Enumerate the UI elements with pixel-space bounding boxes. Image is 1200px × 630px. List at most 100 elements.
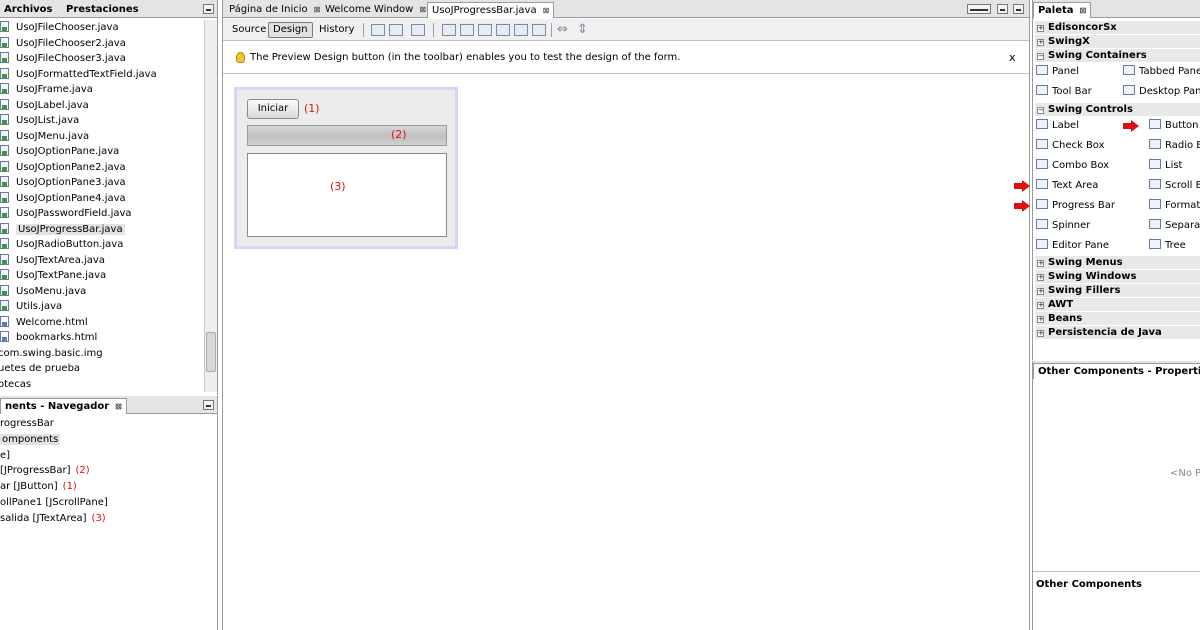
close-icon[interactable]: ⊠ <box>1080 6 1087 15</box>
palette-item[interactable]: Label <box>1036 118 1079 134</box>
align-left-icon[interactable] <box>442 24 456 36</box>
minimize-icon[interactable] <box>1013 4 1024 14</box>
palette-item[interactable]: Progress Bar <box>1036 198 1115 214</box>
palette-item[interactable]: List <box>1149 158 1182 174</box>
navigator-item[interactable]: rogressBar <box>0 416 54 431</box>
align-top-icon[interactable] <box>496 24 510 36</box>
navigator-item[interactable]: ollPane1 [JScrollPane] <box>0 495 108 510</box>
tree-item[interactable]: uetes de prueba <box>0 361 80 376</box>
tree-item[interactable]: UsoJTextPane.java <box>0 268 106 283</box>
palette-item[interactable]: Text Area <box>1036 178 1098 194</box>
tab-pagina-de-inicio[interactable]: Página de Inicio ⊠ <box>225 2 324 18</box>
category-swing-controls[interactable]: − Swing Controls <box>1035 103 1200 116</box>
resize-vertical-icon[interactable]: ⇕ <box>577 22 588 37</box>
palette-item[interactable]: Combo Box <box>1036 158 1109 174</box>
tree-item[interactable]: Utils.java <box>0 299 62 314</box>
tree-item[interactable]: UsoJOptionPane4.java <box>0 191 126 206</box>
palette-item[interactable]: Editor Pane <box>1036 238 1109 254</box>
category-swing-containers[interactable]: − Swing Containers <box>1035 49 1200 62</box>
align-right-icon[interactable] <box>478 24 492 36</box>
text-area[interactable] <box>247 153 447 237</box>
palette-item-tabbed-pane[interactable]: Tabbed Pane <box>1123 64 1200 80</box>
scroll-tabs-icon[interactable] <box>967 4 991 14</box>
preview-design-icon[interactable] <box>411 24 425 36</box>
tab-navigator[interactable]: nents - Navegador ⊠ <box>0 398 127 414</box>
palette-item[interactable]: Radio Bu <box>1149 138 1200 154</box>
tree-item[interactable]: UsoJFileChooser3.java <box>0 51 126 66</box>
palette-item-tool-bar[interactable]: Tool Bar <box>1036 84 1092 100</box>
tree-item[interactable]: Welcome.html <box>0 315 88 330</box>
tree-item[interactable]: UsoJFileChooser.java <box>0 20 119 35</box>
align-center-icon[interactable] <box>460 24 474 36</box>
tree-scrollbar[interactable] <box>204 20 217 392</box>
close-icon[interactable]: ⊠ <box>314 5 321 14</box>
minimize-icon[interactable] <box>203 400 214 410</box>
tree-item[interactable]: UsoJOptionPane.java <box>0 144 119 159</box>
close-icon[interactable]: ⊠ <box>543 6 550 15</box>
tab-welcome-window[interactable]: Welcome Window ⊠ <box>321 2 430 18</box>
category-awt[interactable]: + AWT <box>1035 298 1200 311</box>
resize-horizontal-icon[interactable]: ⇔ <box>557 22 568 37</box>
category-persistencia-de-java[interactable]: + Persistencia de Java <box>1035 326 1200 339</box>
tree-item[interactable]: UsoJOptionPane2.java <box>0 160 126 175</box>
tree-item[interactable]: bookmarks.html <box>0 330 97 345</box>
iniciar-button[interactable]: Iniciar <box>247 99 299 119</box>
palette-item[interactable]: Scroll Ba <box>1149 178 1200 194</box>
category-edisoncorsx[interactable]: + EdisoncorSx <box>1035 21 1200 34</box>
tree-item[interactable]: UsoJList.java <box>0 113 79 128</box>
close-icon[interactable]: ⊠ <box>419 5 426 14</box>
tab-usojprogressbar[interactable]: UsoJProgressBar.java ⊠ <box>427 2 555 18</box>
source-button[interactable]: Source <box>227 22 271 38</box>
tree-item[interactable]: UsoJMenu.java <box>0 129 89 144</box>
category-beans[interactable]: + Beans <box>1035 312 1200 325</box>
category-swingx[interactable]: + SwingX <box>1035 35 1200 48</box>
palette-item[interactable]: Tree <box>1149 238 1186 254</box>
tree-item[interactable]: com.swing.basic.img <box>0 346 103 361</box>
history-button[interactable]: History <box>314 22 360 38</box>
tree-item[interactable]: UsoJFormattedTextField.java <box>0 67 157 82</box>
connection-mode-icon[interactable] <box>389 24 403 36</box>
navigator-item[interactable]: [JProgressBar] (2) <box>0 463 90 478</box>
navigator-item[interactable]: omponents <box>0 432 61 447</box>
palette-item-desktop-pane[interactable]: Desktop Pane <box>1123 84 1200 100</box>
design-canvas[interactable]: Iniciar (1) (2) (3) <box>223 75 1029 630</box>
jframe-form[interactable]: Iniciar (1) (2) (3) <box>234 87 458 249</box>
tree-item[interactable]: UsoJRadioButton.java <box>0 237 123 252</box>
navigator-item[interactable]: ar [JButton] (1) <box>0 479 77 494</box>
navigator-item[interactable]: e] <box>0 448 10 463</box>
java-file-icon <box>0 129 9 141</box>
tree-item[interactable]: UsoJFrame.java <box>0 82 93 97</box>
palette-item[interactable]: Spinner <box>1036 218 1090 234</box>
tree-item[interactable]: UsoJProgressBar.java <box>0 222 125 237</box>
design-button[interactable]: Design <box>268 22 313 38</box>
palette-item-panel[interactable]: Panel <box>1036 64 1079 80</box>
category-swing-menus[interactable]: + Swing Menus <box>1035 256 1200 269</box>
tree-item[interactable]: UsoJPasswordField.java <box>0 206 132 221</box>
tab-paleta[interactable]: Paleta ⊠ <box>1033 2 1092 18</box>
progress-bar[interactable] <box>247 125 447 146</box>
tree-item[interactable]: UsoMenu.java <box>0 284 86 299</box>
scrollbar-thumb[interactable] <box>206 332 216 372</box>
palette-item[interactable]: Separat <box>1149 218 1200 234</box>
align-middle-icon[interactable] <box>514 24 528 36</box>
selection-mode-icon[interactable] <box>371 24 385 36</box>
tab-list-icon[interactable] <box>997 4 1008 14</box>
palette-item[interactable]: Check Box <box>1036 138 1105 154</box>
palette-item[interactable]: Button <box>1149 118 1199 134</box>
category-swing-fillers[interactable]: + Swing Fillers <box>1035 284 1200 297</box>
tree-item[interactable]: UsoJOptionPane3.java <box>0 175 126 190</box>
minimize-icon[interactable] <box>203 4 214 14</box>
tree-item[interactable]: UsoJTextArea.java <box>0 253 105 268</box>
navigator-item[interactable]: salida [JTextArea] (3) <box>0 511 106 526</box>
align-bottom-icon[interactable] <box>532 24 546 36</box>
hint-close-button[interactable]: x <box>1009 51 1016 64</box>
palette-item[interactable]: Formatt <box>1149 198 1200 214</box>
tree-item[interactable]: otecas <box>0 377 31 392</box>
close-icon[interactable]: ⊠ <box>115 402 122 411</box>
tree-item[interactable]: UsoJLabel.java <box>0 98 89 113</box>
tab-prestaciones[interactable]: Prestaciones <box>62 2 143 18</box>
tree-item[interactable]: UsoJFileChooser2.java <box>0 36 126 51</box>
category-swing-windows[interactable]: + Swing Windows <box>1035 270 1200 283</box>
tab-archivos[interactable]: Archivos <box>0 2 57 18</box>
tab-properties[interactable]: Other Components - Properties⊠ <box>1033 363 1200 379</box>
